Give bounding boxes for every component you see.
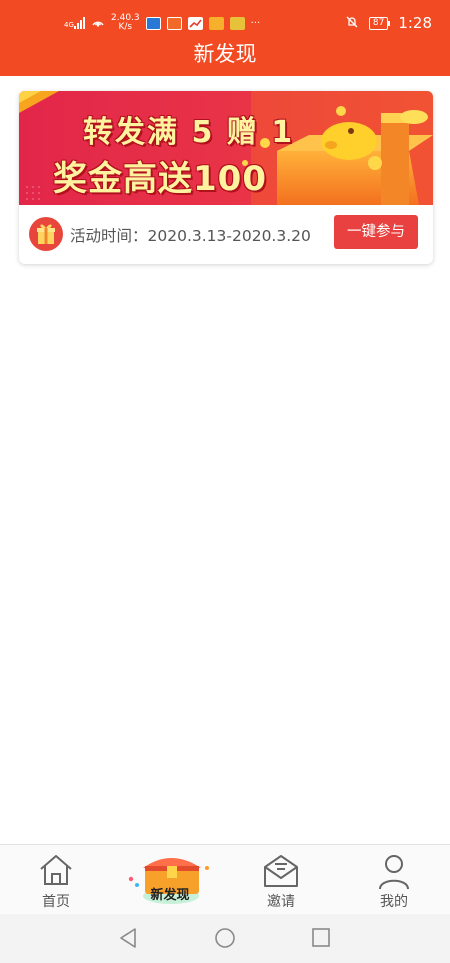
tab-label: 我的 (380, 894, 408, 910)
tab-home[interactable]: 首页 (11, 845, 101, 915)
activity-footer: 活动时间：2020.3.13-2020.3.20 一键参与 (19, 205, 433, 264)
tab-label: 新发现 (150, 888, 190, 903)
bottom-tab-bar: 首页 新发现 邀请 我的 (0, 844, 450, 914)
clock: 1:28 (398, 14, 432, 32)
app-notification-icon (208, 16, 224, 30)
tab-me[interactable]: 我的 (349, 845, 439, 915)
chart-app-icon (187, 16, 203, 30)
recents-icon[interactable] (311, 927, 331, 953)
battery-indicator: 87 (368, 16, 391, 30)
activity-banner[interactable]: 转发满 5 赠 1 奖金高送100 (19, 91, 433, 205)
activity-card[interactable]: 转发满 5 赠 1 奖金高送100 活动时间：2020.3.13-2020.3.… (19, 91, 433, 264)
signal-icon: 4G (64, 17, 85, 29)
banner-subheadline: 奖金高送100 (53, 159, 267, 199)
tab-discover[interactable]: 新发现 (125, 845, 215, 915)
home-circle-icon[interactable] (214, 927, 236, 953)
app-notification-icon (166, 16, 182, 30)
banner-headline: 转发满 5 赠 1 (83, 115, 295, 150)
user-icon (377, 854, 411, 894)
header: 4G 2.40.3 K/s ··· 87 1:28 新发现 (0, 0, 450, 76)
more-notifications: ··· (250, 17, 261, 29)
tab-label: 首页 (42, 894, 70, 910)
gift-icon (29, 217, 63, 251)
bell-muted-icon (345, 15, 359, 32)
activity-time: 活动时间：2020.3.13-2020.3.20 (70, 227, 311, 245)
join-button[interactable]: 一键参与 (334, 215, 418, 249)
tab-label: 邀请 (267, 894, 295, 910)
net-speed: 2.40.3 K/s (111, 13, 140, 32)
home-icon (38, 854, 74, 890)
tab-invite[interactable]: 邀请 (236, 845, 326, 915)
status-bar: 4G 2.40.3 K/s ··· 87 1:28 (0, 0, 450, 33)
hotspot-icon (91, 16, 105, 31)
back-icon[interactable] (118, 927, 138, 953)
page-title: 新发现 (193, 42, 257, 66)
app-notification-icon (145, 16, 161, 30)
app-notification-icon (229, 16, 245, 30)
system-nav-bar (0, 914, 450, 963)
mail-icon (262, 854, 300, 892)
